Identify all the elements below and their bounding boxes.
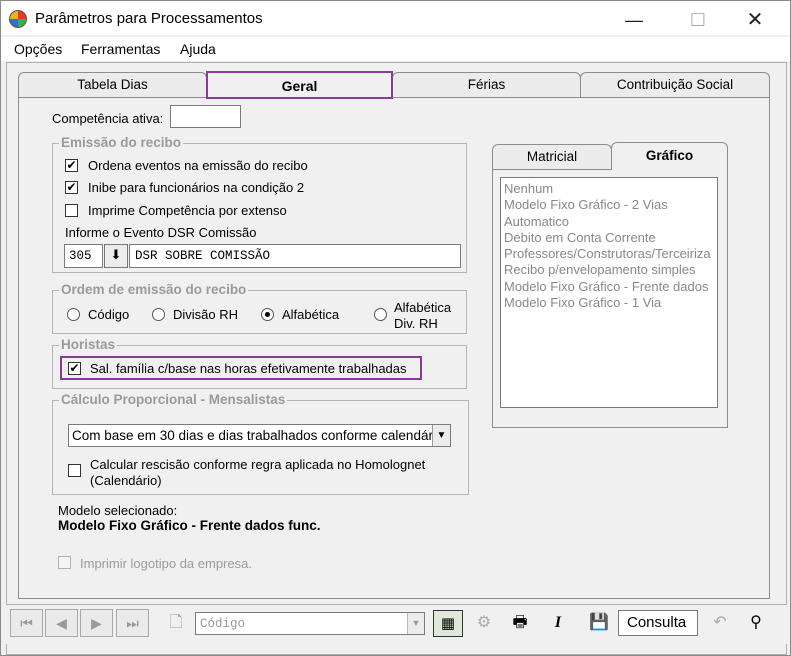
ordem-alfabetica-radio[interactable] xyxy=(261,308,274,321)
ordem-alfabetica-div-radio[interactable] xyxy=(374,308,387,321)
calculo-proporcional-title: Cálculo Proporcional - Mensalistas xyxy=(59,392,288,407)
modelo-selecionado-value: Modelo Fixo Gráfico - Frente dados func. xyxy=(58,518,321,533)
minimize-button[interactable]: — xyxy=(611,7,657,33)
dropdown-arrow-icon[interactable]: ▼ xyxy=(432,425,450,446)
save-icon[interactable]: 💾 xyxy=(584,609,614,637)
list-item[interactable]: Debito em Conta Corrente xyxy=(501,230,717,246)
tab-matricial[interactable]: Matricial xyxy=(492,144,612,169)
imprimir-logotipo-label: Imprimir logotipo da empresa. xyxy=(80,556,252,571)
calculo-select-value: Com base em 30 dias e dias trabalhados c… xyxy=(72,428,432,443)
close-button[interactable]: ✕ xyxy=(732,7,778,33)
title-bar: Parâmetros para Processamentos — ☐ ✕ xyxy=(1,1,790,35)
inibe-funcionarios-label: Inibe para funcionários na condição 2 xyxy=(88,180,305,195)
menu-bar: Opções Ferramentas Ajuda xyxy=(1,37,790,61)
grid-view-icon[interactable]: ▦ xyxy=(433,610,463,637)
ordem-emissao-title: Ordem de emissão do recibo xyxy=(59,282,249,297)
maximize-button[interactable]: ☐ xyxy=(675,7,721,33)
ordem-codigo-label: Código xyxy=(88,307,130,322)
filter-icon[interactable]: ⚙ xyxy=(469,609,499,637)
tab-geral[interactable]: Geral xyxy=(206,71,393,99)
last-record-icon[interactable]: ⏭ xyxy=(116,609,149,637)
menu-ferramentas[interactable]: Ferramentas xyxy=(81,41,160,57)
competencia-input[interactable] xyxy=(170,105,241,128)
italic-icon[interactable]: I xyxy=(543,609,573,637)
calcular-rescisao-label-2: (Calendário) xyxy=(90,473,162,488)
inibe-funcionarios-checkbox[interactable]: ✔ xyxy=(65,181,78,194)
undo-icon[interactable]: ↶ xyxy=(705,609,735,637)
main-window: Parâmetros para Processamentos — ☐ ✕ Opç… xyxy=(0,0,791,656)
print-icon[interactable]: 🖶 xyxy=(505,609,535,637)
calcular-rescisao-checkbox[interactable] xyxy=(68,464,81,477)
list-item[interactable]: Modelo Fixo Gráfico - 1 Via xyxy=(501,295,717,311)
list-item[interactable]: Automatico xyxy=(501,214,717,230)
tab-tabela-dias[interactable]: Tabela Dias xyxy=(18,72,207,98)
consulta-mode-field: Consulta xyxy=(618,610,698,636)
evento-desc-field: DSR SOBRE COMISSÃO xyxy=(129,244,461,268)
modelos-listbox[interactable]: Nenhum Modelo Fixo Gráfico - 2 Vias Auto… xyxy=(500,177,718,408)
list-item[interactable]: Nenhum xyxy=(501,181,717,197)
binoculars-icon[interactable]: ⚲ xyxy=(741,609,771,637)
competencia-label: Competência ativa: xyxy=(52,111,164,126)
ordena-eventos-checkbox[interactable]: ✔ xyxy=(65,159,78,172)
evento-lookup-button[interactable]: ⬇ xyxy=(104,244,128,268)
sal-familia-label: Sal. família c/base nas horas efetivamen… xyxy=(90,361,407,376)
emissao-recibo-title: Emissão do recibo xyxy=(59,135,184,150)
menu-ajuda[interactable]: Ajuda xyxy=(180,41,216,57)
menu-opcoes[interactable]: Opções xyxy=(14,41,62,57)
imprime-competencia-label: Imprime Competência por extenso xyxy=(88,203,287,218)
horistas-title: Horistas xyxy=(59,337,118,352)
ordem-alfabetica-div-label-2: Div. RH xyxy=(394,316,438,331)
search-code-combo[interactable]: Código xyxy=(195,612,425,635)
first-record-icon[interactable]: ⏮ xyxy=(10,609,43,637)
document-icon[interactable]: 🗋 xyxy=(161,609,191,637)
ordem-codigo-radio[interactable] xyxy=(67,308,80,321)
list-item[interactable]: Modelo Fixo Gráfico - Frente dados xyxy=(501,279,717,295)
evento-code-input[interactable]: 305 xyxy=(64,244,103,268)
app-logo-icon xyxy=(9,10,27,28)
modelo-selecionado-label: Modelo selecionado: xyxy=(58,503,178,518)
imprime-competencia-checkbox[interactable] xyxy=(65,204,78,217)
next-record-icon[interactable]: ▶ xyxy=(80,609,113,637)
tab-grafico[interactable]: Gráfico xyxy=(611,142,728,170)
arrow-down-icon: ⬇ xyxy=(110,247,122,262)
calculo-select[interactable]: Com base em 30 dias e dias trabalhados c… xyxy=(68,424,451,447)
chevron-down-icon[interactable]: ▼ xyxy=(407,613,424,634)
imprimir-logotipo-checkbox[interactable] xyxy=(58,556,71,569)
ordem-alfabetica-label: Alfabética xyxy=(282,307,340,322)
calcular-rescisao-label: Calcular rescisão conforme regra aplicad… xyxy=(90,457,426,472)
list-item[interactable]: Modelo Fixo Gráfico - 2 Vias xyxy=(501,197,717,213)
list-item[interactable]: Professores/Construtoras/Terceiriza xyxy=(501,246,717,262)
previous-record-icon[interactable]: ◀ xyxy=(45,609,78,637)
ordem-alfabetica-div-label: Alfabética xyxy=(394,300,452,315)
ordena-eventos-label: Ordena eventos na emissão do recibo xyxy=(88,158,308,173)
window-title: Parâmetros para Processamentos xyxy=(35,10,263,27)
ordem-divisao-label: Divisão RH xyxy=(173,307,239,322)
ordem-divisao-radio[interactable] xyxy=(152,308,165,321)
evento-dsr-label: Informe o Evento DSR Comissão xyxy=(65,225,257,240)
tab-contribuicao-social[interactable]: Contribuição Social xyxy=(580,72,770,98)
sal-familia-checkbox[interactable]: ✔ xyxy=(68,362,81,375)
tab-ferias[interactable]: Férias xyxy=(392,72,581,98)
list-item[interactable]: Recibo p/envelopamento simples xyxy=(501,262,717,278)
